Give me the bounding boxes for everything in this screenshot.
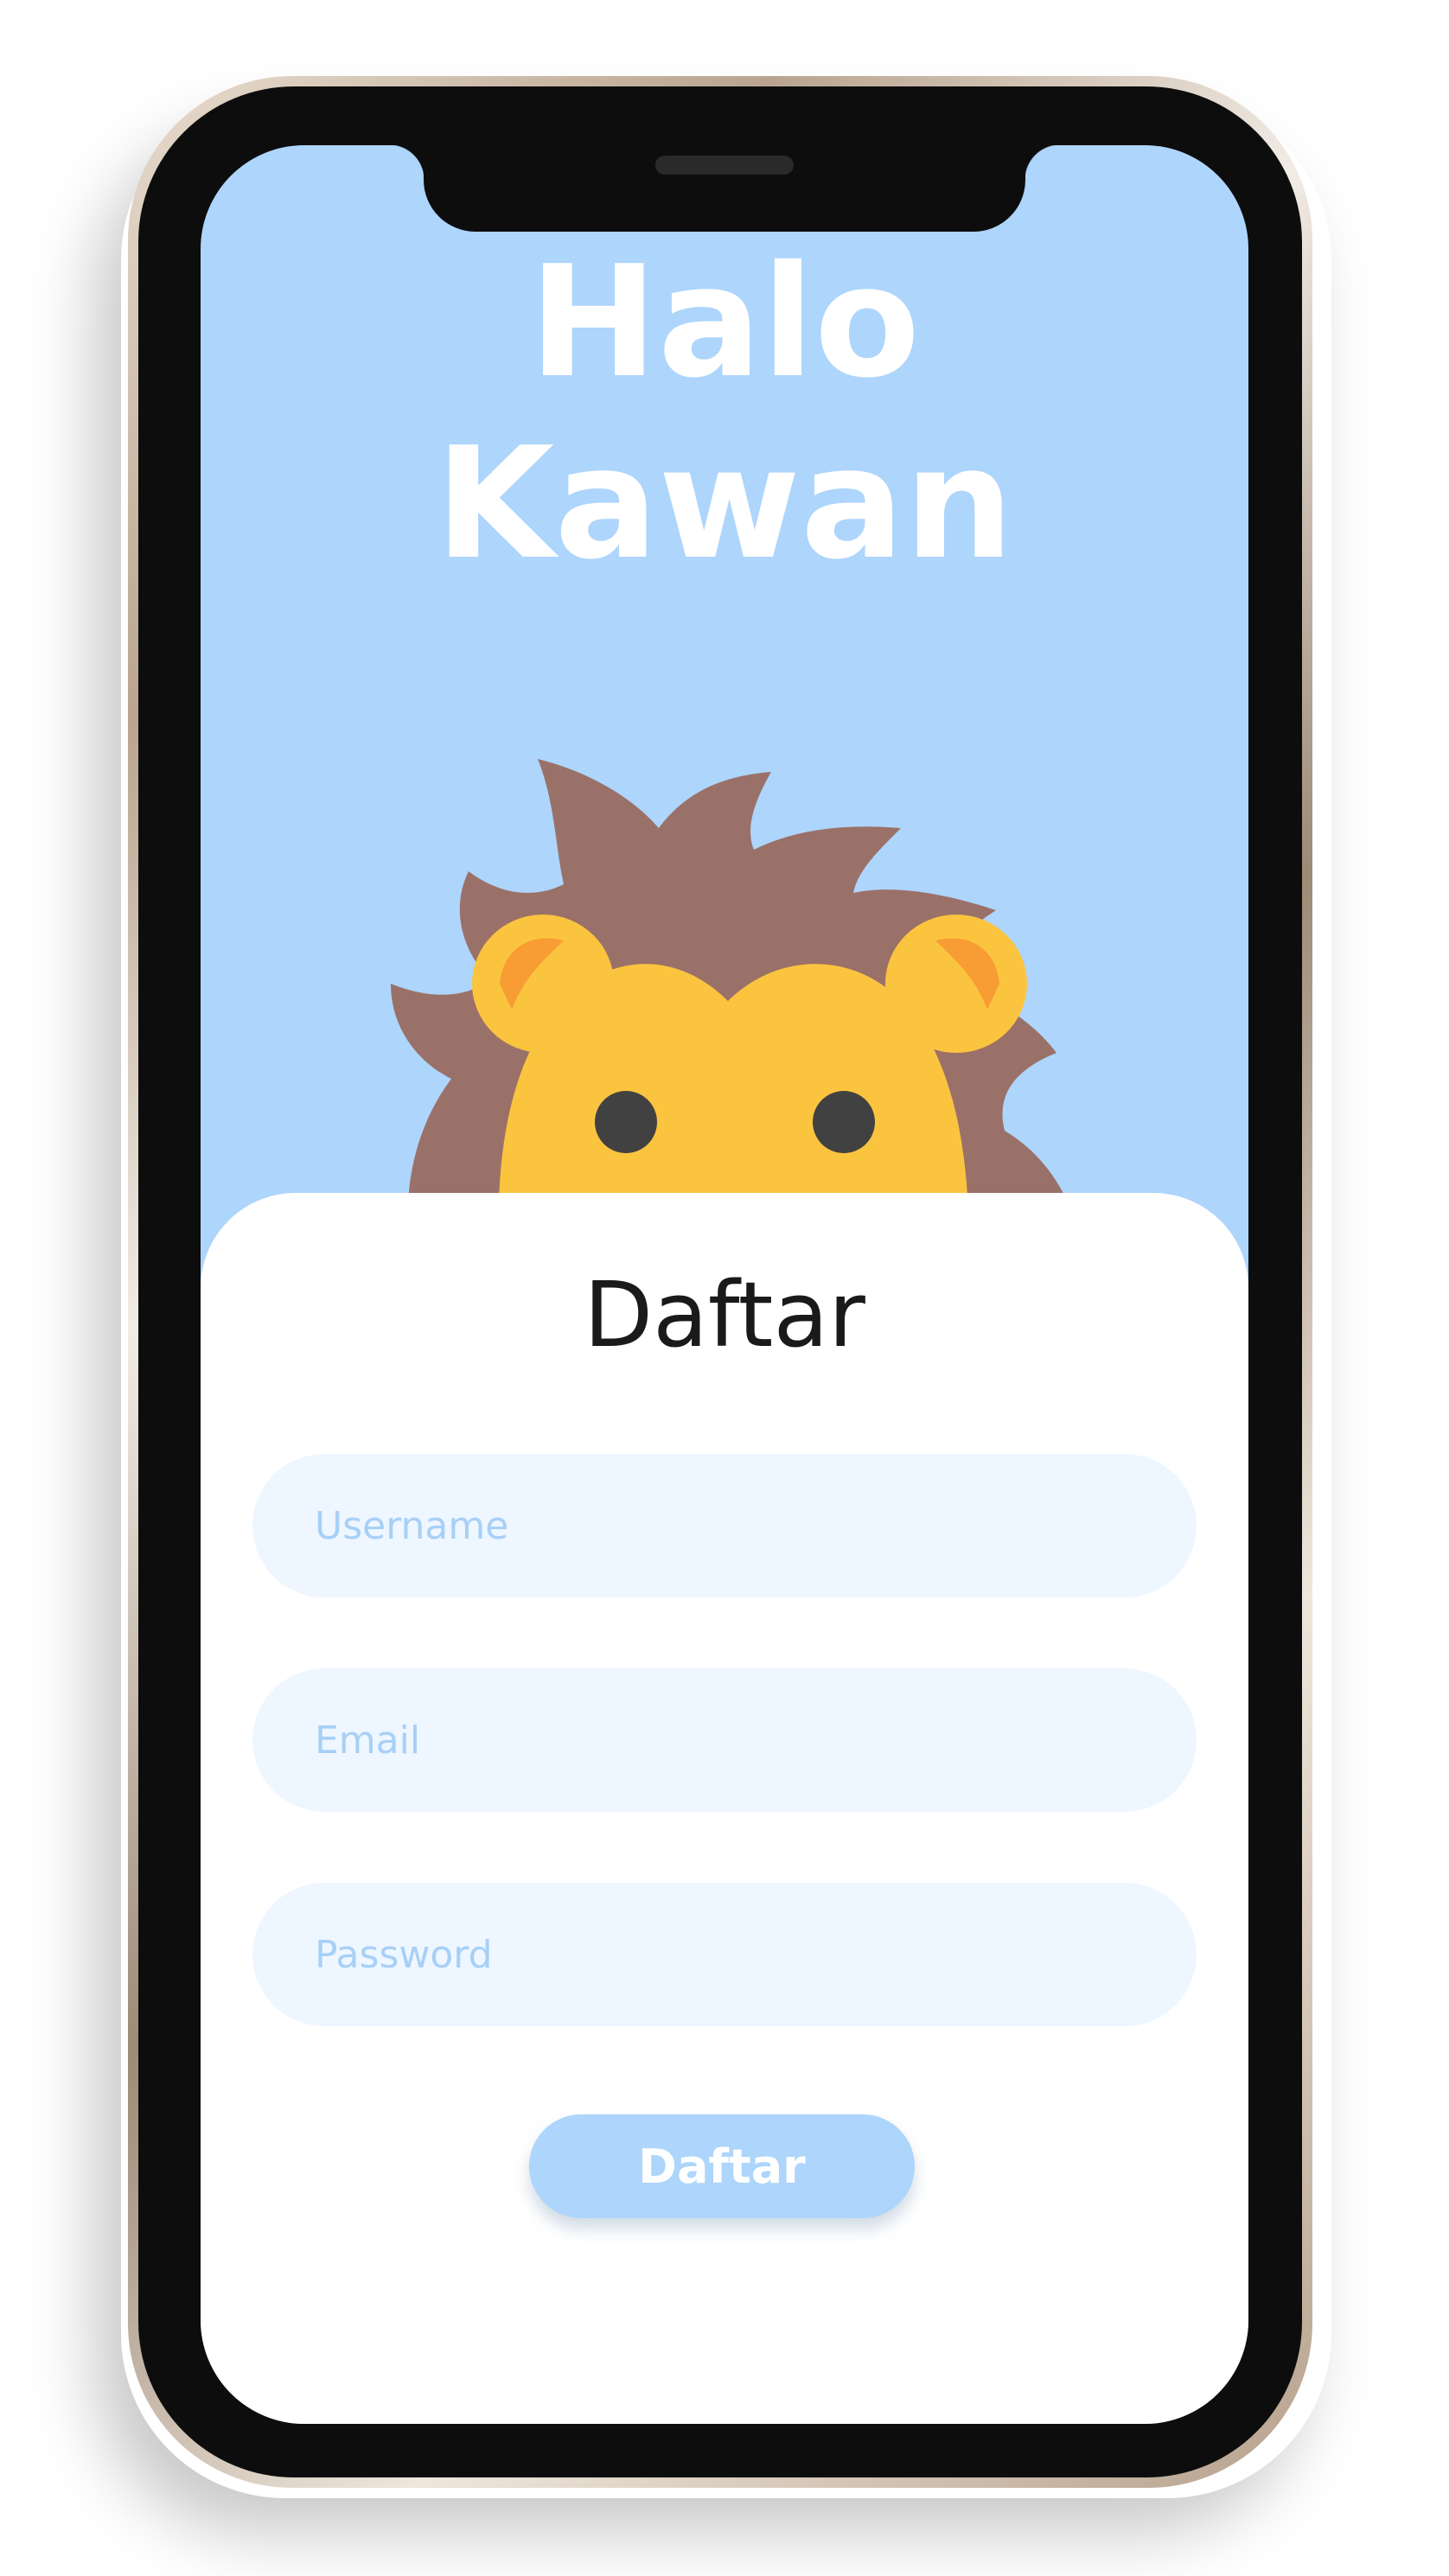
device-stage: Halo Kawan Daftar Username Email Daftar <box>0 0 1449 2576</box>
username-input[interactable] <box>252 1454 1197 1597</box>
greeting-line-2: Kawan <box>435 414 1014 593</box>
signup-title: Daftar <box>584 1262 865 1368</box>
greeting-line-1: Halo <box>528 233 921 411</box>
lion-eye-right <box>813 1091 875 1153</box>
phone-notch <box>389 145 1060 232</box>
signup-card: Daftar Daftar <box>201 1193 1248 2424</box>
signup-submit-button[interactable]: Daftar <box>529 2114 915 2218</box>
app-screen: Halo Kawan Daftar Username Email Daftar <box>201 145 1248 2424</box>
earpiece-speaker <box>655 156 794 175</box>
greeting-heading: Halo Kawan <box>201 232 1248 595</box>
password-input[interactable] <box>252 1883 1197 2026</box>
lion-eye-left <box>595 1091 657 1153</box>
email-input[interactable] <box>252 1668 1197 1812</box>
